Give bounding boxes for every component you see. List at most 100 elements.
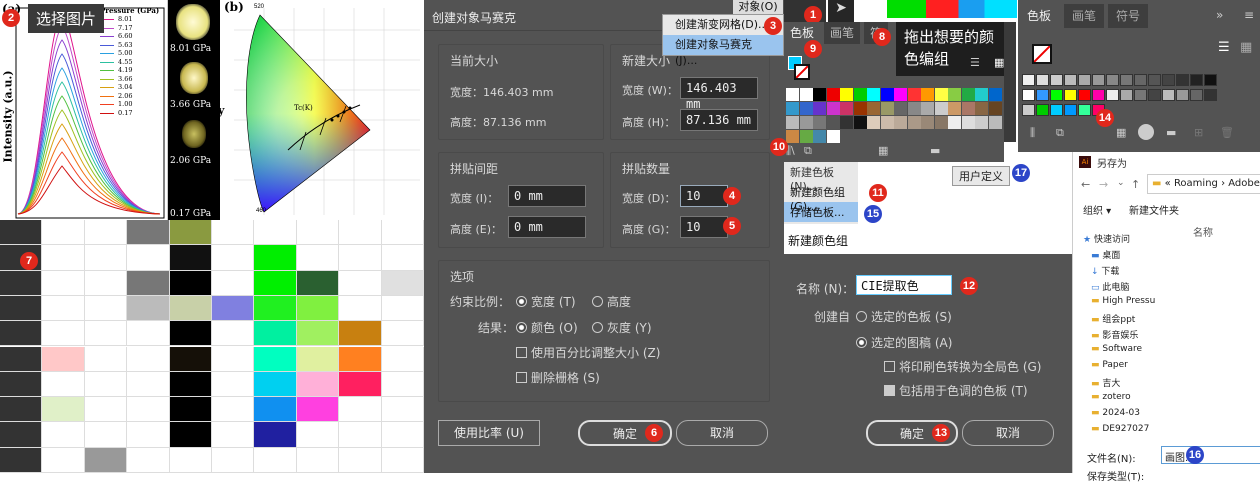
- swatch[interactable]: [975, 88, 988, 101]
- tab-brushes[interactable]: 画笔: [824, 22, 860, 44]
- swatch[interactable]: [1190, 74, 1203, 86]
- swatch[interactable]: [1022, 74, 1035, 86]
- right-delete-icon[interactable]: 🗑: [1220, 126, 1234, 139]
- swatch[interactable]: [1050, 89, 1063, 101]
- nav-item[interactable]: ▬ High Pressu: [1091, 296, 1155, 306]
- panel-menu-icon[interactable]: ≡: [1244, 8, 1254, 22]
- swatch[interactable]: [1064, 104, 1077, 116]
- color-guide-icon[interactable]: [1138, 124, 1154, 140]
- swatch[interactable]: [934, 116, 948, 129]
- right-new-icon[interactable]: ⊞: [1194, 126, 1203, 139]
- swatch[interactable]: [921, 88, 934, 101]
- swatch[interactable]: [988, 102, 1002, 115]
- cancel-button[interactable]: 取消: [676, 420, 768, 446]
- swatch[interactable]: [840, 88, 853, 101]
- swatch[interactable]: [786, 88, 799, 101]
- swatch[interactable]: [1050, 74, 1063, 86]
- menu-save-swatches[interactable]: 存储色板...: [784, 202, 858, 222]
- forward-arrow-icon[interactable]: →: [1099, 178, 1108, 191]
- swatch[interactable]: [1078, 104, 1091, 116]
- nav-item[interactable]: ▬ Paper: [1091, 360, 1128, 370]
- right-tab-symbols[interactable]: 符号: [1108, 4, 1148, 28]
- swatch[interactable]: [853, 88, 867, 101]
- swatch[interactable]: [826, 102, 840, 115]
- dropdown-arrow-icon[interactable]: ⌄: [1117, 178, 1125, 188]
- swatch[interactable]: [786, 102, 799, 115]
- swatch[interactable]: [921, 102, 934, 115]
- selected-artwork-radio[interactable]: 选定的图稿 (A): [856, 334, 952, 351]
- object-menu[interactable]: 对象(O): [733, 0, 783, 14]
- count-height-input[interactable]: 10: [680, 216, 728, 238]
- swatch[interactable]: [1120, 89, 1133, 101]
- swatch[interactable]: [786, 116, 799, 129]
- right-list-view-icon[interactable]: ☰: [1218, 40, 1236, 58]
- nav-item[interactable]: ▬ 影音娱乐: [1091, 328, 1138, 341]
- swatch[interactable]: [894, 102, 907, 115]
- swatch[interactable]: [799, 102, 813, 115]
- swatch[interactable]: [1022, 104, 1035, 116]
- swatch[interactable]: [799, 130, 813, 143]
- swatch[interactable]: [934, 102, 948, 115]
- convert-global-checkbox[interactable]: 将印刷色转换为全局色 (G): [884, 358, 1041, 375]
- nav-item[interactable]: ▬ DE927027: [1091, 424, 1149, 434]
- menu-new-color-group[interactable]: 新建颜色组(G)...: [784, 182, 858, 213]
- right-grid-icon[interactable]: ▦: [1116, 126, 1126, 139]
- swatch[interactable]: [799, 88, 813, 101]
- swatch[interactable]: [1106, 89, 1119, 101]
- group-name-input[interactable]: CIE提取色: [856, 275, 952, 295]
- swatch[interactable]: [934, 88, 948, 101]
- up-arrow-icon[interactable]: ↑: [1131, 178, 1140, 191]
- swatch[interactable]: [1148, 74, 1161, 86]
- include-tints-checkbox[interactable]: 包括用于色调的色板 (T): [884, 382, 1028, 399]
- nav-item[interactable]: ▬ zotero: [1091, 392, 1131, 402]
- swatch[interactable]: [813, 88, 826, 101]
- swatch[interactable]: [880, 116, 894, 129]
- swatch[interactable]: [907, 116, 921, 129]
- swatch[interactable]: [840, 116, 853, 129]
- new-group-cancel-button[interactable]: 取消: [962, 420, 1054, 446]
- swatch[interactable]: [975, 102, 988, 115]
- swatch[interactable]: [1162, 74, 1175, 86]
- thumb-view-icon[interactable]: ▦: [994, 56, 1004, 69]
- swatch[interactable]: [975, 116, 988, 129]
- grid-view-icon[interactable]: ▦: [878, 144, 888, 157]
- swatch[interactable]: [826, 88, 840, 101]
- new-width-input[interactable]: 146.403 mm: [680, 77, 758, 111]
- swatch[interactable]: [894, 116, 907, 129]
- swatch[interactable]: [1092, 89, 1105, 101]
- constrain-width-radio[interactable]: 宽度 (T): [516, 293, 576, 310]
- right-thumb-view-icon[interactable]: ▦: [1240, 40, 1258, 58]
- organize-button[interactable]: 组织 ▾: [1083, 202, 1111, 217]
- result-gray-radio[interactable]: 灰度 (Y): [592, 319, 652, 336]
- filename-input[interactable]: 画图...: [1161, 446, 1260, 464]
- swatch[interactable]: [826, 116, 840, 129]
- swatch[interactable]: [1190, 89, 1203, 101]
- swatch[interactable]: [948, 88, 961, 101]
- swatch[interactable]: [988, 88, 1002, 101]
- result-color-radio[interactable]: 颜色 (O): [516, 319, 578, 336]
- swatch[interactable]: [813, 116, 826, 129]
- swatch[interactable]: [1022, 89, 1035, 101]
- back-arrow-icon[interactable]: ←: [1081, 178, 1090, 191]
- right-tab-swatches[interactable]: 色板: [1018, 4, 1060, 28]
- folder-icon[interactable]: ▬: [930, 144, 940, 157]
- swatch[interactable]: [786, 130, 799, 143]
- swatch[interactable]: [1134, 74, 1147, 86]
- delete-raster-checkbox[interactable]: 删除栅格 (S): [516, 369, 600, 386]
- swatch[interactable]: [1092, 74, 1105, 86]
- swatch[interactable]: [1162, 89, 1175, 101]
- swatch[interactable]: [840, 102, 853, 115]
- swatch[interactable]: [880, 88, 894, 101]
- list-view-icon[interactable]: ☰: [970, 56, 980, 69]
- swatch[interactable]: [853, 102, 867, 115]
- nav-item[interactable]: ▬ 组会ppt: [1091, 312, 1135, 325]
- panel-expand-icon[interactable]: »: [1216, 8, 1223, 22]
- swatch[interactable]: [907, 102, 921, 115]
- swatch[interactable]: [1064, 89, 1077, 101]
- nav-item[interactable]: ▬ 2024-03: [1091, 408, 1140, 418]
- swatch[interactable]: [1078, 89, 1091, 101]
- swatch[interactable]: [1050, 104, 1063, 116]
- swatch[interactable]: [948, 102, 961, 115]
- right-fill-stroke[interactable]: [1032, 44, 1052, 64]
- selection-tool-icon[interactable]: ➤: [828, 0, 854, 22]
